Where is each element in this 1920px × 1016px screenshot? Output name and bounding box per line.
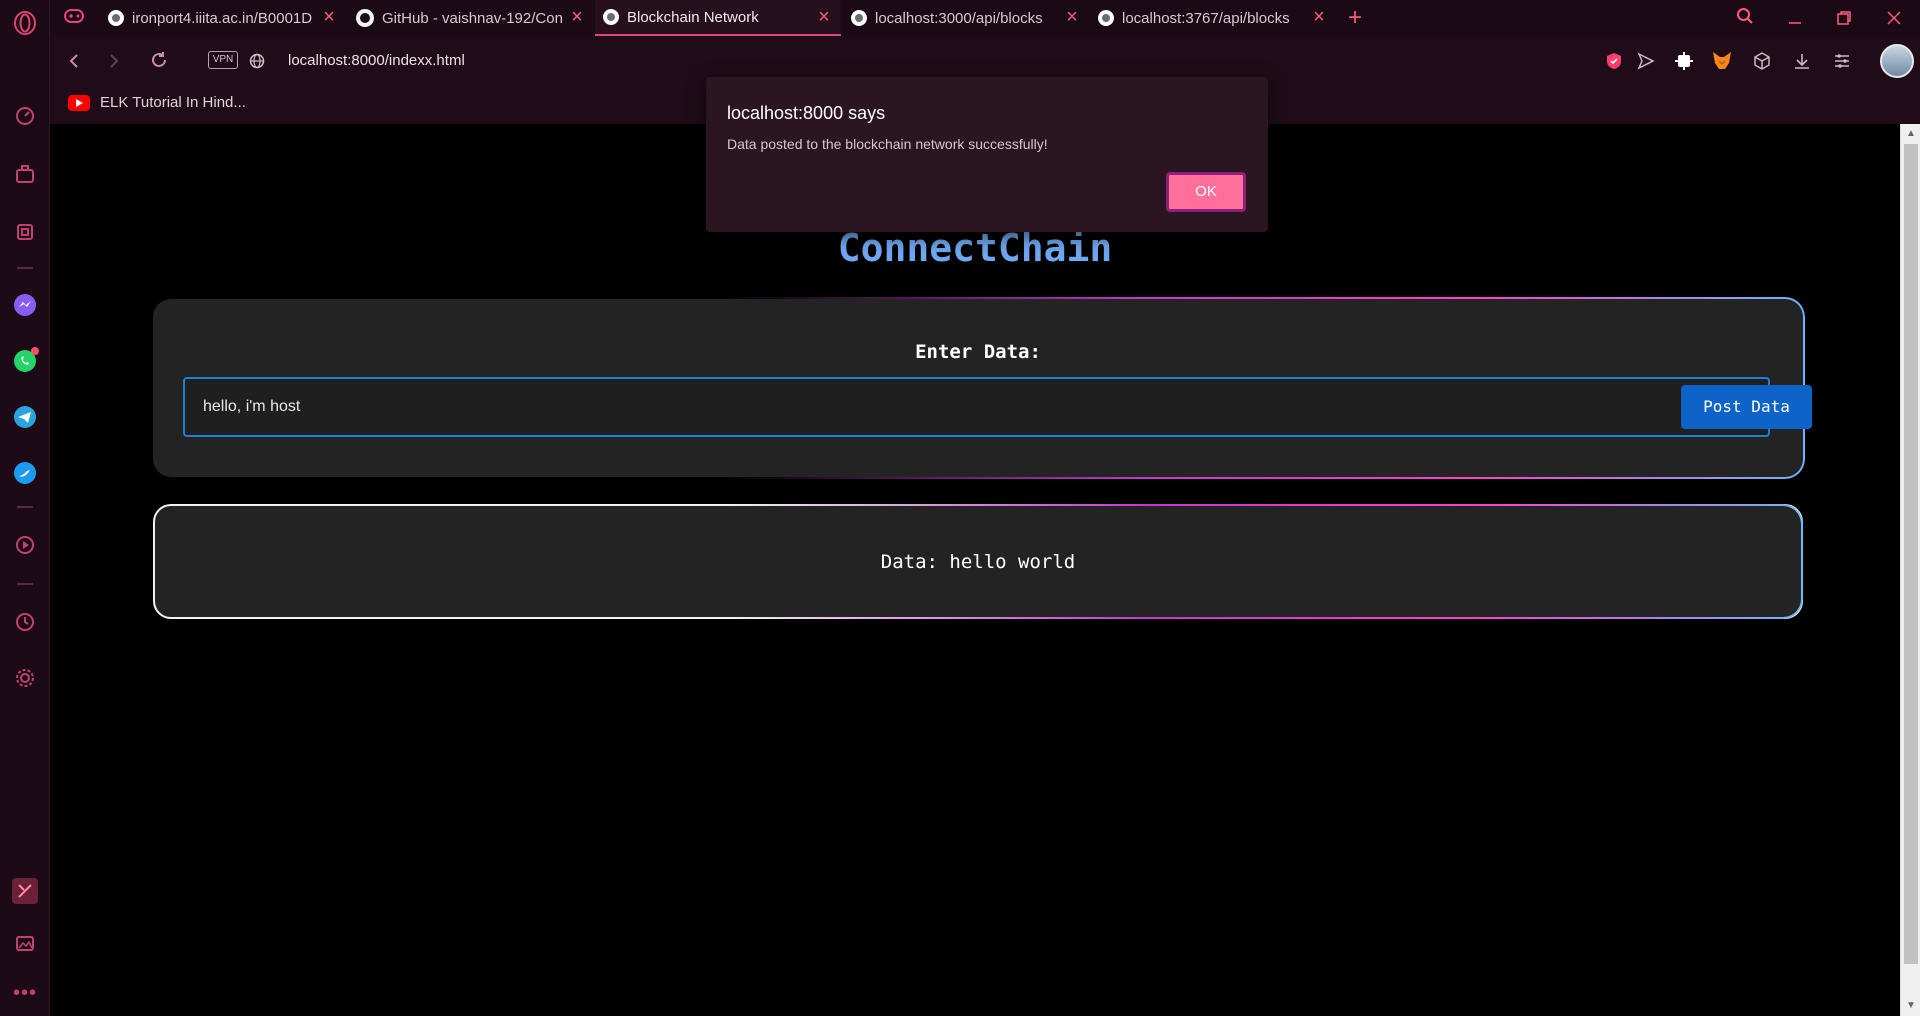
tools-icon[interactable] xyxy=(12,878,38,904)
data-input[interactable]: hello, i'm host xyxy=(183,377,1770,437)
easy-setup-icon[interactable] xyxy=(1830,49,1854,73)
vpn-badge[interactable]: VPN xyxy=(208,51,238,69)
minimize-button[interactable] xyxy=(1780,4,1810,32)
scroll-thumb[interactable] xyxy=(1904,144,1918,964)
tab-ironport[interactable]: ironport4.iiita.ac.in/B0001D × xyxy=(100,0,346,36)
github-icon xyxy=(356,9,374,27)
speed-dial-icon[interactable] xyxy=(12,103,38,129)
ok-button[interactable]: OK xyxy=(1166,172,1246,212)
close-icon[interactable]: × xyxy=(1310,7,1328,27)
bookmark-label: ELK Tutorial In Hind... xyxy=(100,94,246,111)
globe-icon xyxy=(108,10,124,26)
address-bar[interactable]: localhost:8000/indexx.html xyxy=(288,52,465,69)
scroll-up-icon[interactable]: ▲ xyxy=(1905,128,1917,140)
telegram-icon[interactable] xyxy=(12,404,38,430)
tab-localhost-3000[interactable]: localhost:3000/api/blocks × xyxy=(843,0,1089,36)
globe-icon xyxy=(851,10,867,26)
tab-title: GitHub - vaishnav-192/Con xyxy=(382,9,562,27)
extensions-icon[interactable] xyxy=(12,219,38,245)
youtube-icon xyxy=(68,94,90,111)
input-card: Enter Data: hello, i'm host Post Data xyxy=(151,297,1812,479)
tab-title: localhost:3767/api/blocks xyxy=(1122,9,1290,27)
twitter-icon[interactable] xyxy=(12,460,38,486)
adblock-shield-icon[interactable] xyxy=(1602,49,1626,73)
settings-icon[interactable] xyxy=(12,665,38,691)
whatsapp-icon[interactable] xyxy=(12,347,39,374)
site-info-icon[interactable] xyxy=(246,48,268,76)
page-viewport: ConnectChain Enter Data: hello, i'm host… xyxy=(50,124,1900,1016)
scroll-down-icon[interactable]: ▼ xyxy=(1905,1000,1917,1012)
metamask-icon[interactable] xyxy=(1710,49,1734,73)
close-window-button[interactable] xyxy=(1879,4,1909,32)
sidebar-divider xyxy=(17,267,33,269)
tab-title: ironport4.iiita.ac.in/B0001D xyxy=(132,9,313,27)
sidebar: ••• xyxy=(0,0,50,1016)
tab-title: localhost:3000/api/blocks xyxy=(875,9,1043,27)
close-icon[interactable]: × xyxy=(1063,7,1081,27)
search-tabs-icon[interactable] xyxy=(1730,4,1760,32)
tab-github[interactable]: GitHub - vaishnav-192/Con × xyxy=(348,0,594,36)
extension-puzzle-icon[interactable] xyxy=(1672,49,1696,73)
dialog-title: localhost:8000 says xyxy=(727,103,886,123)
profile-avatar[interactable] xyxy=(1880,44,1914,78)
send-icon[interactable] xyxy=(1634,49,1658,73)
tab-localhost-3767[interactable]: localhost:3767/api/blocks × xyxy=(1090,0,1336,36)
page-title: ConnectChain xyxy=(837,226,1113,270)
gallery-icon[interactable] xyxy=(12,930,38,956)
restore-button[interactable] xyxy=(1829,4,1859,32)
data-display: Data: hello world xyxy=(880,551,1076,573)
data-card: Data: hello world xyxy=(153,504,1803,619)
forward-button[interactable] xyxy=(100,48,128,76)
back-button[interactable] xyxy=(60,48,88,76)
sidebar-divider xyxy=(17,583,33,585)
notification-dot xyxy=(31,347,39,355)
page-scrollbar[interactable]: ▲ ▼ xyxy=(1900,124,1920,1016)
close-icon[interactable]: × xyxy=(320,7,338,27)
tab-title: Blockchain Network xyxy=(627,8,759,26)
alert-dialog: localhost:8000 says Data posted to the b… xyxy=(706,77,1268,232)
close-icon[interactable]: × xyxy=(815,7,833,27)
history-icon[interactable] xyxy=(12,609,38,635)
messenger-icon[interactable] xyxy=(12,292,38,318)
opera-logo-icon[interactable] xyxy=(12,10,38,36)
tab-strip: ironport4.iiita.ac.in/B0001D × GitHub - … xyxy=(50,0,1920,36)
gamepad-icon xyxy=(64,9,84,27)
browser-window: ••• ironport4.iiita.ac.in/B0001D × GitHu… xyxy=(0,0,1920,1016)
dialog-message: Data posted to the blockchain network su… xyxy=(727,136,1048,152)
close-icon[interactable]: × xyxy=(568,7,586,27)
player-icon[interactable] xyxy=(12,532,38,558)
more-icon[interactable]: ••• xyxy=(12,980,38,1006)
tab-gaming[interactable] xyxy=(56,0,96,36)
globe-icon xyxy=(603,9,619,25)
bookmark-item[interactable]: ELK Tutorial In Hind... xyxy=(68,94,246,111)
post-data-button[interactable]: Post Data xyxy=(1681,385,1812,429)
new-tab-button[interactable]: + xyxy=(1340,4,1370,32)
input-label: Enter Data: xyxy=(915,341,1041,363)
tab-blockchain-network[interactable]: Blockchain Network × xyxy=(595,0,841,36)
globe-icon xyxy=(1098,10,1114,26)
download-icon[interactable] xyxy=(1790,49,1814,73)
sidebar-divider xyxy=(17,506,33,508)
cube-icon[interactable] xyxy=(1750,49,1774,73)
workspaces-icon[interactable] xyxy=(12,161,38,187)
reload-button[interactable] xyxy=(145,48,173,76)
